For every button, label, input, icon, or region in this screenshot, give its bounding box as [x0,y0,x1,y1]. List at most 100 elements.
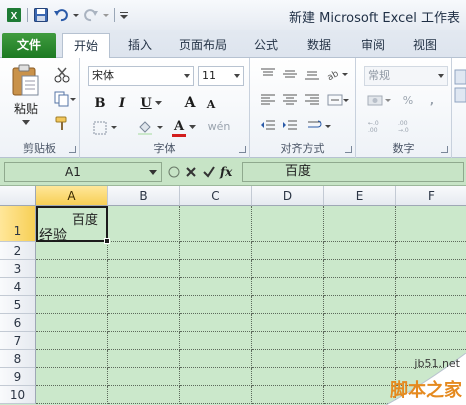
name-box[interactable]: A1 [4,162,162,182]
confirm-entry-icon[interactable] [202,165,216,179]
cell[interactable] [252,332,324,350]
cell[interactable] [36,260,108,278]
comma-format-icon[interactable]: , [420,92,444,108]
decrease-indent-icon[interactable] [258,118,278,134]
cell[interactable] [396,314,466,332]
column-header-a[interactable]: A [36,186,108,206]
merge-center-icon[interactable] [326,92,350,108]
align-left-icon[interactable] [258,92,278,108]
save-icon[interactable] [31,5,51,25]
cell[interactable] [108,350,180,368]
cell[interactable] [252,314,324,332]
formula-bar-resize-icon[interactable] [168,165,180,179]
increase-indent-icon[interactable] [280,118,300,134]
format-painter-icon[interactable] [52,114,72,132]
borders-icon[interactable] [92,120,120,136]
row-header-7[interactable]: 7 [0,332,36,350]
paste-dropdown-icon[interactable] [20,118,32,128]
increase-decimal-icon[interactable]: ←.0.00 [366,118,392,134]
tab-formulas[interactable]: 公式 [244,33,288,58]
cell[interactable] [180,386,252,404]
cell[interactable] [396,242,466,260]
align-bottom-icon[interactable] [302,66,322,82]
wrap-text-icon[interactable] [306,118,332,134]
column-header-f[interactable]: F [396,186,466,206]
bold-button[interactable]: B [92,94,108,112]
tab-insert[interactable]: 插入 [118,33,162,58]
cell[interactable] [324,332,396,350]
percent-format-icon[interactable]: % [398,92,418,108]
font-launcher-icon[interactable] [239,146,246,153]
undo-icon[interactable] [51,5,71,25]
cell[interactable] [180,206,252,242]
cut-icon[interactable] [52,66,72,84]
italic-button[interactable]: I [114,94,130,112]
cell[interactable] [108,386,180,404]
cell[interactable] [180,314,252,332]
cell[interactable] [324,206,396,242]
select-all-button[interactable] [0,186,36,206]
cell[interactable] [252,260,324,278]
currency-format-icon[interactable] [366,92,394,108]
row-header-4[interactable]: 4 [0,278,36,296]
cell[interactable] [396,332,466,350]
cell[interactable] [252,386,324,404]
row-header-8[interactable]: 8 [0,350,36,368]
cell[interactable] [324,242,396,260]
cell[interactable] [108,332,180,350]
column-header-d[interactable]: D [252,186,324,206]
cell[interactable] [252,368,324,386]
paste-button[interactable]: 粘贴 [4,100,48,116]
redo-icon[interactable] [81,5,101,25]
cell[interactable] [252,350,324,368]
tab-home[interactable]: 开始 [62,33,110,59]
orientation-icon[interactable]: ab [324,66,350,82]
active-cell-a1[interactable]: 百度 经验 [36,206,108,244]
cell[interactable] [36,350,108,368]
font-name-dropdown[interactable]: 宋体 [88,66,194,86]
alignment-launcher-icon[interactable] [345,146,352,153]
cell[interactable] [108,368,180,386]
cell[interactable] [36,314,108,332]
cell[interactable] [108,242,180,260]
excel-logo-icon[interactable]: X [4,5,24,25]
clipboard-launcher-icon[interactable] [69,146,76,153]
column-header-b[interactable]: B [108,186,180,206]
phonetic-guide-button[interactable]: wén [204,118,234,134]
cell[interactable] [252,242,324,260]
align-middle-icon[interactable] [280,66,300,82]
grow-font-button[interactable]: A [182,94,198,112]
cell[interactable] [252,206,324,242]
redo-dropdown-icon[interactable] [101,5,111,25]
row-header-3[interactable]: 3 [0,260,36,278]
cell[interactable] [396,296,466,314]
cell[interactable] [324,296,396,314]
tab-view[interactable]: 视图 [402,33,448,58]
cell[interactable] [180,296,252,314]
column-header-c[interactable]: C [180,186,252,206]
cell[interactable] [108,206,180,242]
cell[interactable] [36,296,108,314]
customize-qat-icon[interactable] [118,5,130,25]
font-size-dropdown[interactable]: 11 [198,66,244,86]
number-format-dropdown[interactable]: 常规 [364,66,448,86]
conditional-format-icon[interactable] [454,66,466,106]
row-header-6[interactable]: 6 [0,314,36,332]
cell[interactable] [36,332,108,350]
formula-input[interactable]: 百度 [242,162,464,182]
paste-icon[interactable] [6,62,44,98]
cell[interactable] [396,278,466,296]
copy-icon[interactable] [52,90,78,108]
align-right-icon[interactable] [302,92,322,108]
cell[interactable] [180,242,252,260]
cell[interactable] [252,278,324,296]
cell[interactable] [396,260,466,278]
cell[interactable] [180,368,252,386]
underline-button[interactable]: U [138,94,154,112]
cell[interactable] [36,278,108,296]
fill-color-icon[interactable] [136,120,166,136]
cell[interactable] [324,260,396,278]
font-color-button[interactable]: A [172,118,186,134]
cell[interactable] [180,332,252,350]
cell[interactable] [108,296,180,314]
